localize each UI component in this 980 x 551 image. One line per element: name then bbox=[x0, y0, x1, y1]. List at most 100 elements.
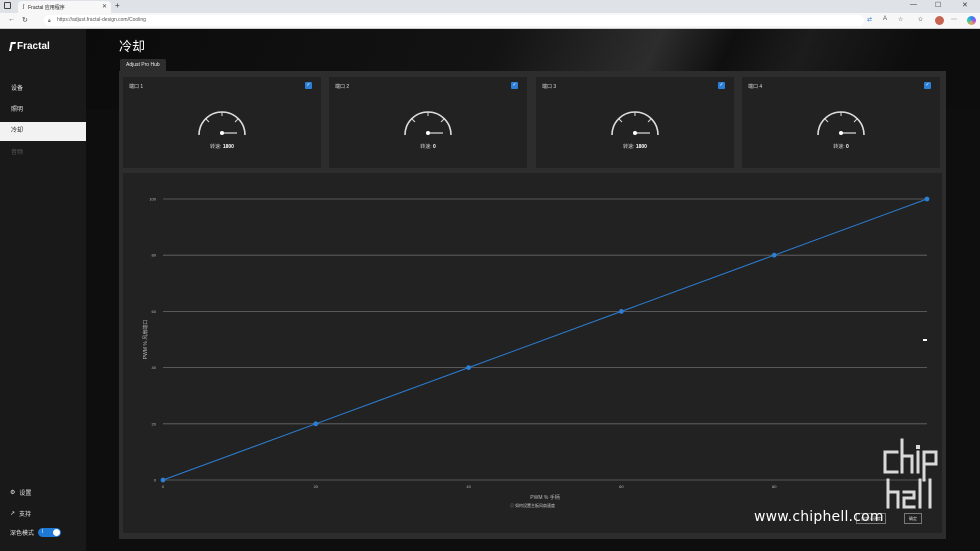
url-text: https://adjust.fractal-design.com/Coolin… bbox=[57, 17, 146, 23]
tab-title: Fractal 应用程序 bbox=[28, 4, 65, 11]
support-link[interactable]: ↗ 支持 bbox=[10, 509, 31, 518]
new-tab-icon[interactable]: + bbox=[115, 1, 120, 10]
lock-icon: 🔒︎ bbox=[48, 18, 51, 24]
favorites-icon[interactable]: ✩ bbox=[918, 16, 923, 23]
close-window-icon[interactable]: ✕ bbox=[962, 1, 968, 9]
main-content: 冷却 Adjust Pro Hub 端口 1 ✓ 转速: 1800 端口 2 ✓ bbox=[86, 29, 980, 551]
sidebar-item-cooling[interactable]: 冷却 bbox=[0, 122, 86, 141]
port-card-1: 端口 1 ✓ 转速: 1800 bbox=[123, 77, 321, 168]
x-tick-label: 40 bbox=[466, 484, 471, 489]
speed-value: 1800 bbox=[635, 144, 647, 150]
y-tick-label: 60 bbox=[152, 309, 157, 314]
page-title: 冷却 bbox=[119, 39, 146, 54]
settings-link[interactable]: ⚙ 设置 bbox=[10, 488, 31, 497]
x-axis-label: PWM % 手柄 bbox=[530, 494, 559, 501]
settings-label: 设置 bbox=[19, 491, 32, 497]
port-checkbox[interactable]: ✓ bbox=[305, 82, 312, 89]
y-tick-label: 20 bbox=[152, 421, 157, 426]
fan-curve-svg[interactable]: 0 20 40 60 80 100 0 20 40 60 80 PWM % 手柄 PWM % 风扇端口 bbox=[123, 173, 942, 533]
port-checkbox[interactable]: ✓ bbox=[511, 82, 518, 89]
port-label: 端口 2 bbox=[335, 84, 350, 90]
speed-gauge-icon bbox=[611, 111, 659, 136]
sidebar-item-lighting[interactable]: 照明 bbox=[0, 101, 86, 120]
x-tick-label: 80 bbox=[772, 484, 777, 489]
more-menu-icon[interactable]: ⋯ bbox=[951, 16, 957, 23]
y-tick-label: 40 bbox=[152, 365, 157, 370]
profile-avatar[interactable] bbox=[935, 16, 944, 25]
copilot-icon[interactable] bbox=[967, 16, 976, 25]
y-axis-label: PWM % 风扇端口 bbox=[142, 320, 149, 359]
external-link-icon: ↗ bbox=[10, 511, 16, 517]
toggle-on-icon: I bbox=[42, 529, 44, 535]
brand-name: Fractal bbox=[17, 41, 50, 52]
curve-point[interactable] bbox=[313, 421, 319, 427]
speed-value: 1800 bbox=[222, 144, 234, 150]
gear-icon: ⚙ bbox=[10, 490, 16, 496]
refresh-icon[interactable]: ↻ bbox=[22, 16, 28, 24]
curve-point[interactable] bbox=[160, 477, 166, 483]
port-label: 端口 1 bbox=[129, 84, 144, 90]
speed-label: 转速: bbox=[623, 144, 635, 150]
curve-point[interactable] bbox=[619, 309, 624, 314]
dark-mode-toggle[interactable]: I bbox=[38, 528, 62, 537]
speed-gauge-icon bbox=[198, 111, 246, 136]
favicon-icon: ʃ bbox=[23, 4, 25, 10]
support-label: 支持 bbox=[19, 512, 32, 518]
port-speed: 转速: 0 bbox=[329, 143, 527, 150]
port-card-3: 端口 3 ✓ 转速: 1800 bbox=[536, 77, 734, 168]
dark-mode-label: 深色模式 bbox=[10, 531, 35, 537]
speed-value: 0 bbox=[433, 144, 436, 150]
speed-gauge-icon bbox=[404, 111, 452, 136]
speed-label: 转速: bbox=[210, 144, 222, 150]
dark-mode-row: 深色模式 I bbox=[10, 528, 62, 537]
window-menu-icon[interactable] bbox=[4, 2, 11, 9]
port-label: 端口 3 bbox=[542, 84, 557, 90]
x-tick-label: 60 bbox=[619, 484, 624, 489]
port-card-4: 端口 4 ✓ 转速: 0 bbox=[742, 77, 940, 168]
tab-close-icon[interactable]: ✕ bbox=[102, 3, 107, 10]
read-aloud-icon[interactable]: A bbox=[883, 16, 887, 22]
curve-point[interactable] bbox=[924, 196, 930, 202]
help-text: 如何设置主板风扇速度 bbox=[515, 503, 556, 508]
address-bar[interactable]: 🔒︎ https://adjust.fractal-design.com/Coo… bbox=[44, 15, 864, 26]
port-speed: 转速: 0 bbox=[742, 143, 940, 150]
port-speed: 转速: 1800 bbox=[123, 143, 321, 150]
back-icon[interactable]: ← bbox=[8, 16, 15, 23]
port-speed: 转速: 1800 bbox=[536, 143, 734, 150]
x-tick-label: 0 bbox=[162, 484, 165, 489]
fan-curve-chart[interactable]: 0 20 40 60 80 100 0 20 40 60 80 PWM % 手柄 PWM % 风扇端口 … bbox=[123, 173, 942, 533]
watermark-url: www.chiphell.com bbox=[754, 509, 884, 525]
browser-toolbar: ← ↻ 🔒︎ https://adjust.fractal-design.com… bbox=[0, 13, 980, 29]
minimize-icon[interactable]: — bbox=[910, 1, 917, 8]
speed-gauge-icon bbox=[817, 111, 865, 136]
browser-tab[interactable]: ʃ Fractal 应用程序 ✕ bbox=[18, 1, 111, 13]
favorite-star-icon[interactable]: ☆ bbox=[898, 16, 903, 23]
speed-label: 转速: bbox=[420, 144, 432, 150]
port-label: 端口 4 bbox=[748, 84, 763, 90]
cooling-panel: 端口 1 ✓ 转速: 1800 端口 2 ✓ 转速: 0 端口 3 ✓ 转速: … bbox=[119, 71, 946, 539]
toggle-knob bbox=[53, 529, 61, 536]
sidebar-item-devices[interactable]: 设备 bbox=[0, 80, 86, 99]
curve-line bbox=[162, 198, 928, 481]
brand-logo: Fractal bbox=[9, 41, 50, 52]
port-checkbox[interactable]: ✓ bbox=[924, 82, 931, 89]
port-checkbox[interactable]: ✓ bbox=[718, 82, 725, 89]
fractal-logo-icon bbox=[9, 42, 16, 51]
y-tick-label: 80 bbox=[152, 253, 157, 258]
y-tick-label: 0 bbox=[154, 478, 157, 483]
sidebar-item-audio: 音频 bbox=[11, 150, 24, 156]
translate-icon[interactable]: ⇄ bbox=[867, 16, 872, 23]
confirm-button[interactable]: 确定 bbox=[904, 513, 922, 524]
maximize-icon[interactable]: ☐ bbox=[935, 1, 941, 9]
tab-adjust-pro-hub[interactable]: Adjust Pro Hub bbox=[120, 59, 166, 71]
x-tick-label: 20 bbox=[314, 484, 319, 489]
chiphell-logo-icon bbox=[883, 438, 938, 509]
speed-label: 转速: bbox=[833, 144, 845, 150]
dash-marker bbox=[923, 339, 927, 341]
curve-point[interactable] bbox=[466, 365, 471, 370]
browser-titlebar: ʃ Fractal 应用程序 ✕ + — ☐ ✕ bbox=[0, 0, 980, 13]
speed-value: 0 bbox=[846, 144, 849, 150]
y-tick-label: 100 bbox=[149, 197, 156, 202]
curve-point[interactable] bbox=[771, 252, 777, 258]
sidebar: Fractal 设备 照明 冷却 音频 ⚙ 设置 ↗ 支持 深色模式 I bbox=[0, 29, 86, 551]
